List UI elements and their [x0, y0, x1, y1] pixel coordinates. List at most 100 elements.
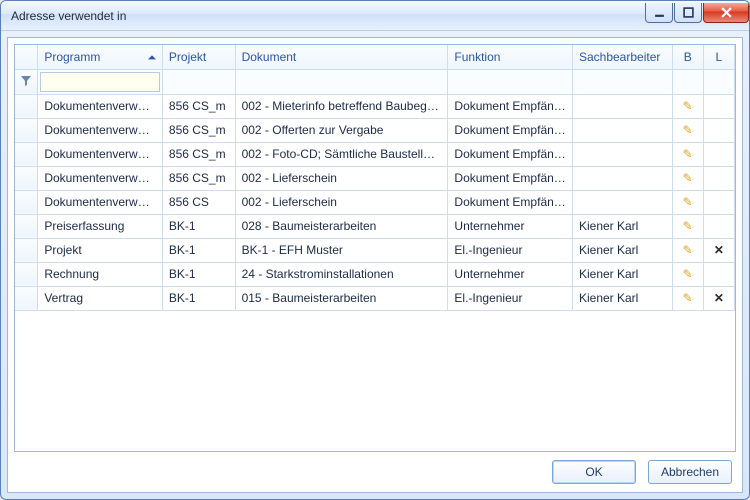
column-projekt[interactable]: Projekt: [162, 45, 235, 69]
row-indicator[interactable]: [15, 262, 38, 286]
cell-programm: Dokumentenverwalt...: [38, 118, 163, 142]
table-row[interactable]: PreiserfassungBK-1028 - Baumeisterarbeit…: [15, 214, 735, 238]
titlebar[interactable]: Adresse verwendet in: [1, 1, 749, 31]
filter-b-cell[interactable]: [672, 69, 703, 94]
filter-funktion-cell[interactable]: [448, 69, 573, 94]
cell-delete[interactable]: [703, 262, 734, 286]
cell-delete[interactable]: [703, 190, 734, 214]
minimize-button[interactable]: [645, 3, 673, 23]
filter-dokument-cell[interactable]: [235, 69, 448, 94]
table-row[interactable]: Dokumentenverwalt...856 CS002 - Liefersc…: [15, 190, 735, 214]
cell-sachbearbeiter: Kiener Karl: [572, 286, 672, 310]
x-icon: ✕: [714, 291, 724, 305]
row-indicator[interactable]: [15, 166, 38, 190]
row-indicator[interactable]: [15, 238, 38, 262]
column-funktion[interactable]: Funktion: [448, 45, 573, 69]
cell-delete[interactable]: [703, 214, 734, 238]
pencil-icon: ✎: [683, 219, 693, 233]
cell-projekt: BK-1: [162, 286, 235, 310]
row-indicator[interactable]: [15, 214, 38, 238]
cell-sachbearbeiter: [572, 118, 672, 142]
cell-programm: Rechnung: [38, 262, 163, 286]
cell-funktion: Dokument Empfänger: [448, 190, 573, 214]
pencil-icon: ✎: [683, 291, 693, 305]
funnel-icon: [21, 76, 31, 86]
cell-edit[interactable]: ✎: [672, 214, 703, 238]
cell-funktion: El.-Ingenieur: [448, 286, 573, 310]
cell-edit[interactable]: ✎: [672, 166, 703, 190]
cell-delete[interactable]: [703, 94, 734, 118]
table-row[interactable]: ProjektBK-1BK-1 - EFH MusterEl.-Ingenieu…: [15, 238, 735, 262]
cancel-button[interactable]: Abbrechen: [648, 460, 732, 484]
column-l[interactable]: L: [703, 45, 734, 69]
filter-projekt-cell[interactable]: [162, 69, 235, 94]
filter-row: [15, 69, 735, 94]
cell-sachbearbeiter: Kiener Karl: [572, 262, 672, 286]
grid-scroll[interactable]: Programm Projekt Dokument Funktion Sachb…: [15, 45, 735, 451]
cell-edit[interactable]: ✎: [672, 286, 703, 310]
cell-dokument: BK-1 - EFH Muster: [235, 238, 448, 262]
cell-projekt: 856 CS_m: [162, 94, 235, 118]
row-indicator[interactable]: [15, 286, 38, 310]
close-button[interactable]: [703, 3, 749, 23]
column-programm[interactable]: Programm: [38, 45, 163, 69]
cell-dokument: 028 - Baumeisterarbeiten: [235, 214, 448, 238]
cell-edit[interactable]: ✎: [672, 118, 703, 142]
cell-funktion: Dokument Empfänger: [448, 94, 573, 118]
column-dokument[interactable]: Dokument: [235, 45, 448, 69]
cell-delete[interactable]: ✕: [703, 238, 734, 262]
cell-sachbearbeiter: Kiener Karl: [572, 238, 672, 262]
cell-sachbearbeiter: [572, 190, 672, 214]
x-icon: ✕: [714, 243, 724, 257]
cell-delete[interactable]: [703, 118, 734, 142]
cell-programm: Vertrag: [38, 286, 163, 310]
row-indicator-header[interactable]: [15, 45, 38, 69]
table-row[interactable]: Dokumentenverwalt...856 CS_m002 - Mieter…: [15, 94, 735, 118]
filter-sach-cell[interactable]: [572, 69, 672, 94]
table-row[interactable]: VertragBK-1015 - BaumeisterarbeitenEl.-I…: [15, 286, 735, 310]
cell-programm: Dokumentenverwalt...: [38, 166, 163, 190]
cell-programm: Preiserfassung: [38, 214, 163, 238]
cell-delete[interactable]: ✕: [703, 286, 734, 310]
ok-button[interactable]: OK: [552, 460, 636, 484]
cell-projekt: BK-1: [162, 214, 235, 238]
row-indicator[interactable]: [15, 190, 38, 214]
cell-edit[interactable]: ✎: [672, 238, 703, 262]
cell-delete[interactable]: [703, 166, 734, 190]
cell-dokument: 002 - Lieferschein: [235, 166, 448, 190]
cell-funktion: Dokument Empfänger: [448, 166, 573, 190]
cell-edit[interactable]: ✎: [672, 190, 703, 214]
pencil-icon: ✎: [683, 123, 693, 137]
cell-edit[interactable]: ✎: [672, 262, 703, 286]
table-row[interactable]: Dokumentenverwalt...856 CS_m002 - Liefer…: [15, 166, 735, 190]
cell-sachbearbeiter: [572, 166, 672, 190]
cell-dokument: 24 - Starkstrominstallationen: [235, 262, 448, 286]
window-title: Adresse verwendet in: [11, 9, 644, 23]
minimize-icon: [654, 7, 665, 18]
table-row[interactable]: Dokumentenverwalt...856 CS_m002 - Foto-C…: [15, 142, 735, 166]
cell-programm: Dokumentenverwalt...: [38, 94, 163, 118]
cell-delete[interactable]: [703, 142, 734, 166]
pencil-icon: ✎: [683, 243, 693, 257]
pencil-icon: ✎: [683, 171, 693, 185]
cell-dokument: 002 - Mieterinfo betreffend Baubeginn...: [235, 94, 448, 118]
cell-dokument: 002 - Foto-CD; Sämtliche Baustellenfot..…: [235, 142, 448, 166]
maximize-icon: [683, 7, 694, 18]
column-sachbearbeiter[interactable]: Sachbearbeiter: [572, 45, 672, 69]
row-indicator[interactable]: [15, 142, 38, 166]
table-row[interactable]: Dokumentenverwalt...856 CS_m002 - Offert…: [15, 118, 735, 142]
pencil-icon: ✎: [683, 99, 693, 113]
cell-funktion: Dokument Empfänger: [448, 142, 573, 166]
filter-l-cell[interactable]: [703, 69, 734, 94]
column-b[interactable]: B: [672, 45, 703, 69]
cell-edit[interactable]: ✎: [672, 142, 703, 166]
data-grid: Programm Projekt Dokument Funktion Sachb…: [14, 44, 736, 452]
row-indicator[interactable]: [15, 118, 38, 142]
client-area: Programm Projekt Dokument Funktion Sachb…: [7, 37, 743, 493]
filter-programm-input[interactable]: [40, 72, 160, 92]
maximize-button[interactable]: [674, 3, 702, 23]
cell-edit[interactable]: ✎: [672, 94, 703, 118]
grid-table: Programm Projekt Dokument Funktion Sachb…: [15, 45, 735, 311]
table-row[interactable]: RechnungBK-124 - Starkstrominstallatione…: [15, 262, 735, 286]
row-indicator[interactable]: [15, 94, 38, 118]
